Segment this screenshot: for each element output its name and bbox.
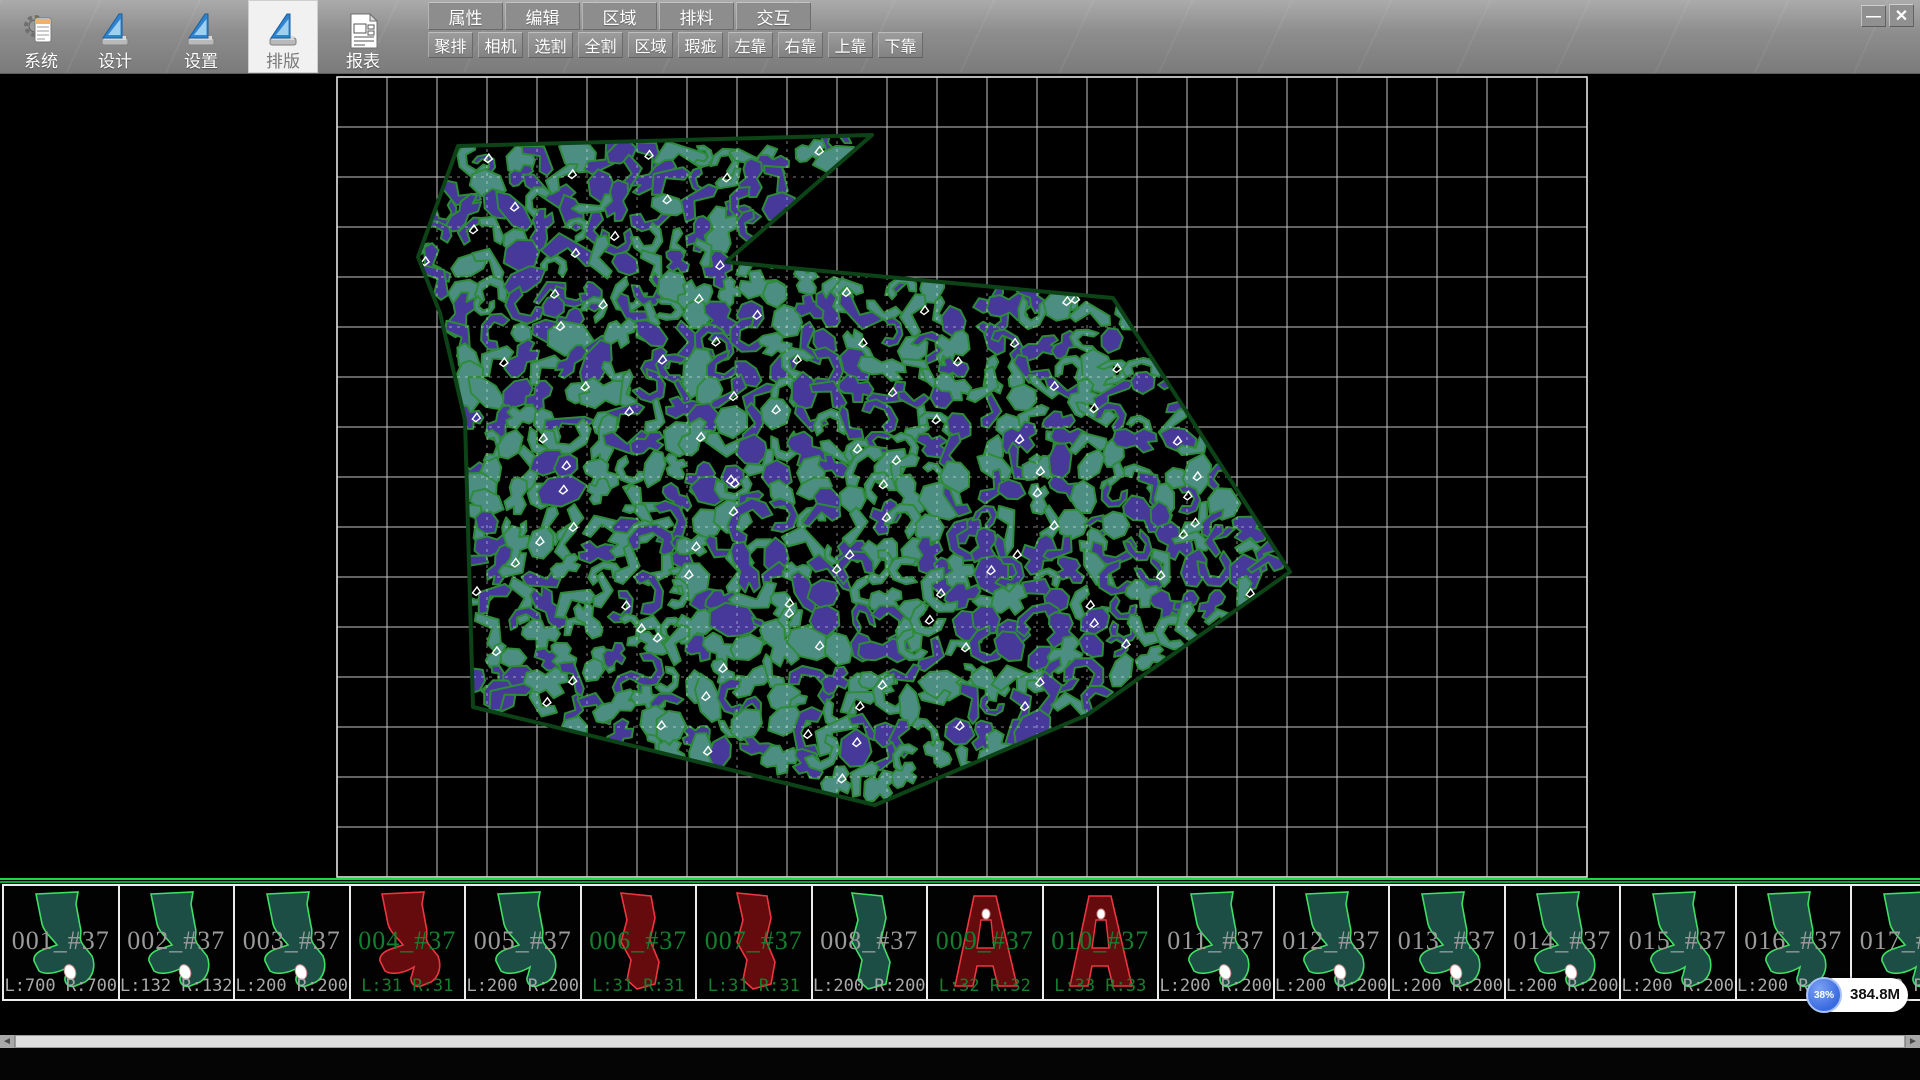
piece-lr-count: L:200 R:200: [1159, 976, 1273, 996]
progress-circle: 38%: [1806, 977, 1842, 1013]
piece-thumbnail-003[interactable]: 003_#37 L:200 R:200: [233, 884, 351, 1001]
menu-button-region[interactable]: 区域: [582, 2, 657, 30]
piece-thumbnail-014[interactable]: 014_#37 L:200 R:200: [1504, 884, 1622, 1001]
toolbar: 系统设计设置排版报表 属性编辑区域排料交互 聚排相机选割全割区域瑕疵左靠右靠上靠…: [0, 0, 1920, 74]
menu-button-properties[interactable]: 属性: [428, 2, 503, 30]
set-square-icon: [181, 12, 221, 52]
set-square-icon: [95, 12, 135, 52]
piece-lr-count: L:200 R:200: [1506, 976, 1620, 996]
piece-id: 013_#37: [1390, 926, 1504, 956]
scroll-right-arrow-icon[interactable]: ►: [1905, 1035, 1920, 1048]
piece-lr-count: L:132 R:132: [120, 976, 234, 996]
piece-lr-count: L:200 R:200: [466, 976, 580, 996]
mode-button-label: 排版: [266, 52, 300, 71]
piece-id: 011_#37: [1159, 926, 1273, 956]
menu-button-edit[interactable]: 编辑: [505, 2, 580, 30]
piece-id: 017_#37: [1852, 926, 1920, 956]
piece-thumbnail-006[interactable]: 006_#37 L:31 R:31: [580, 884, 698, 1001]
piece-lr-count: L:700 R:700: [4, 976, 118, 996]
piece-thumbnail-004[interactable]: 004_#37 L:31 R:31: [349, 884, 467, 1001]
tool-button-snap-left[interactable]: 左靠: [728, 32, 773, 58]
piece-id: 002_#37: [120, 926, 234, 956]
tool-button-select-cut[interactable]: 选割: [528, 32, 573, 58]
memory-value: 384.8M: [1850, 986, 1900, 1003]
close-button[interactable]: ✕: [1889, 4, 1914, 27]
tool-button-cluster-nest[interactable]: 聚排: [428, 32, 473, 58]
piece-thumbnail-005[interactable]: 005_#37 L:200 R:200: [464, 884, 582, 1001]
menu-button-interaction[interactable]: 交互: [736, 2, 811, 30]
piece-lr-count: L:31 R:31: [697, 976, 811, 996]
mode-button-label: 系统: [24, 52, 58, 71]
mode-button-settings[interactable]: 设置: [166, 0, 236, 73]
piece-id: 006_#37: [582, 926, 696, 956]
piece-lr-count: L:200 R:200: [1621, 976, 1735, 996]
mode-button-system[interactable]: 系统: [6, 0, 76, 73]
window-footer: [0, 1048, 1920, 1080]
scrollbar-thumb[interactable]: [15, 1035, 1905, 1048]
piece-lr-count: L:31 R:31: [582, 976, 696, 996]
piece-thumbnail-010[interactable]: 010_#37 L:33 R:33: [1042, 884, 1160, 1001]
piece-id: 012_#37: [1275, 926, 1389, 956]
mode-button-label: 设计: [98, 52, 132, 71]
piece-id: 008_#37: [813, 926, 927, 956]
tool-button-snap-right[interactable]: 右靠: [778, 32, 823, 58]
mode-button-report[interactable]: 报表: [328, 0, 398, 73]
piece-thumbnail-002[interactable]: 002_#37 L:132 R:132: [118, 884, 236, 1001]
piece-id: 004_#37: [351, 926, 465, 956]
piece-thumbnail-013[interactable]: 013_#37 L:200 R:200: [1388, 884, 1506, 1001]
piece-thumbnail-007[interactable]: 007_#37 L:31 R:31: [695, 884, 813, 1001]
report-doc-icon: [343, 12, 383, 52]
mode-button-label: 设置: [184, 52, 218, 71]
piece-id: 001_#37: [4, 926, 118, 956]
piece-id: 003_#37: [235, 926, 349, 956]
tool-button-camera[interactable]: 相机: [478, 32, 523, 58]
tool-button-cut-all[interactable]: 全割: [578, 32, 623, 58]
piece-thumbnail-008[interactable]: 008_#37 L:200 R:200: [811, 884, 929, 1001]
piece-thumbnail-001[interactable]: 001_#37 L:700 R:700: [2, 884, 120, 1001]
piece-thumbnail-011[interactable]: 011_#37 L:200 R:200: [1157, 884, 1275, 1001]
piece-id: 007_#37: [697, 926, 811, 956]
piece-thumbnail-012[interactable]: 012_#37 L:200 R:200: [1273, 884, 1391, 1001]
mode-button-layout[interactable]: 排版: [248, 0, 318, 73]
piece-id: 005_#37: [466, 926, 580, 956]
hide-nesting-view: [0, 73, 1920, 878]
minimize-button[interactable]: —: [1861, 5, 1886, 27]
gear-doc-icon: [21, 12, 61, 52]
mode-button-label: 报表: [346, 52, 380, 71]
mode-button-design[interactable]: 设计: [80, 0, 150, 73]
piece-lr-count: L:200 R:200: [1390, 976, 1504, 996]
piece-id: 016_#37: [1737, 926, 1851, 956]
nesting-canvas[interactable]: [0, 73, 1920, 878]
menu-button-nesting[interactable]: 排料: [659, 2, 734, 30]
piece-id: 010_#37: [1044, 926, 1158, 956]
scroll-left-arrow-icon[interactable]: ◄: [0, 1035, 15, 1048]
tool-button-snap-top[interactable]: 上靠: [828, 32, 873, 58]
piece-thumbnail-015[interactable]: 015_#37 L:200 R:200: [1619, 884, 1737, 1001]
piece-lr-count: L:200 R:200: [1275, 976, 1389, 996]
piece-lr-count: L:32 R:32: [928, 976, 1042, 996]
application-window: 系统设计设置排版报表 属性编辑区域排料交互 聚排相机选割全割区域瑕疵左靠右靠上靠…: [0, 0, 1920, 1080]
piece-id: 015_#37: [1621, 926, 1735, 956]
horizontal-scrollbar[interactable]: ◄ ►: [0, 1035, 1920, 1048]
piece-lr-count: L:31 R:31: [351, 976, 465, 996]
piece-id: 014_#37: [1506, 926, 1620, 956]
set-square-icon: [263, 12, 303, 52]
tool-button-snap-bottom[interactable]: 下靠: [878, 32, 923, 58]
piece-lr-count: L:33 R:33: [1044, 976, 1158, 996]
piece-lr-count: L:200 R:200: [235, 976, 349, 996]
tool-button-defect[interactable]: 瑕疵: [678, 32, 723, 58]
menu-button-row: 属性编辑区域排料交互: [428, 2, 811, 30]
status-badge: 38% 384.8M: [1806, 977, 1908, 1013]
tool-button-row: 聚排相机选割全割区域瑕疵左靠右靠上靠下靠: [428, 32, 923, 58]
piece-id: 009_#37: [928, 926, 1042, 956]
progress-percent: 38%: [1814, 990, 1834, 1001]
piece-thumbnail-bar: 001_#37 L:700 R:700002_#37 L:132 R:132003_…: [0, 884, 1920, 1005]
piece-lr-count: L:200 R:200: [813, 976, 927, 996]
tool-button-zone[interactable]: 区域: [628, 32, 673, 58]
piece-thumbnail-009[interactable]: 009_#37 L:32 R:32: [926, 884, 1044, 1001]
